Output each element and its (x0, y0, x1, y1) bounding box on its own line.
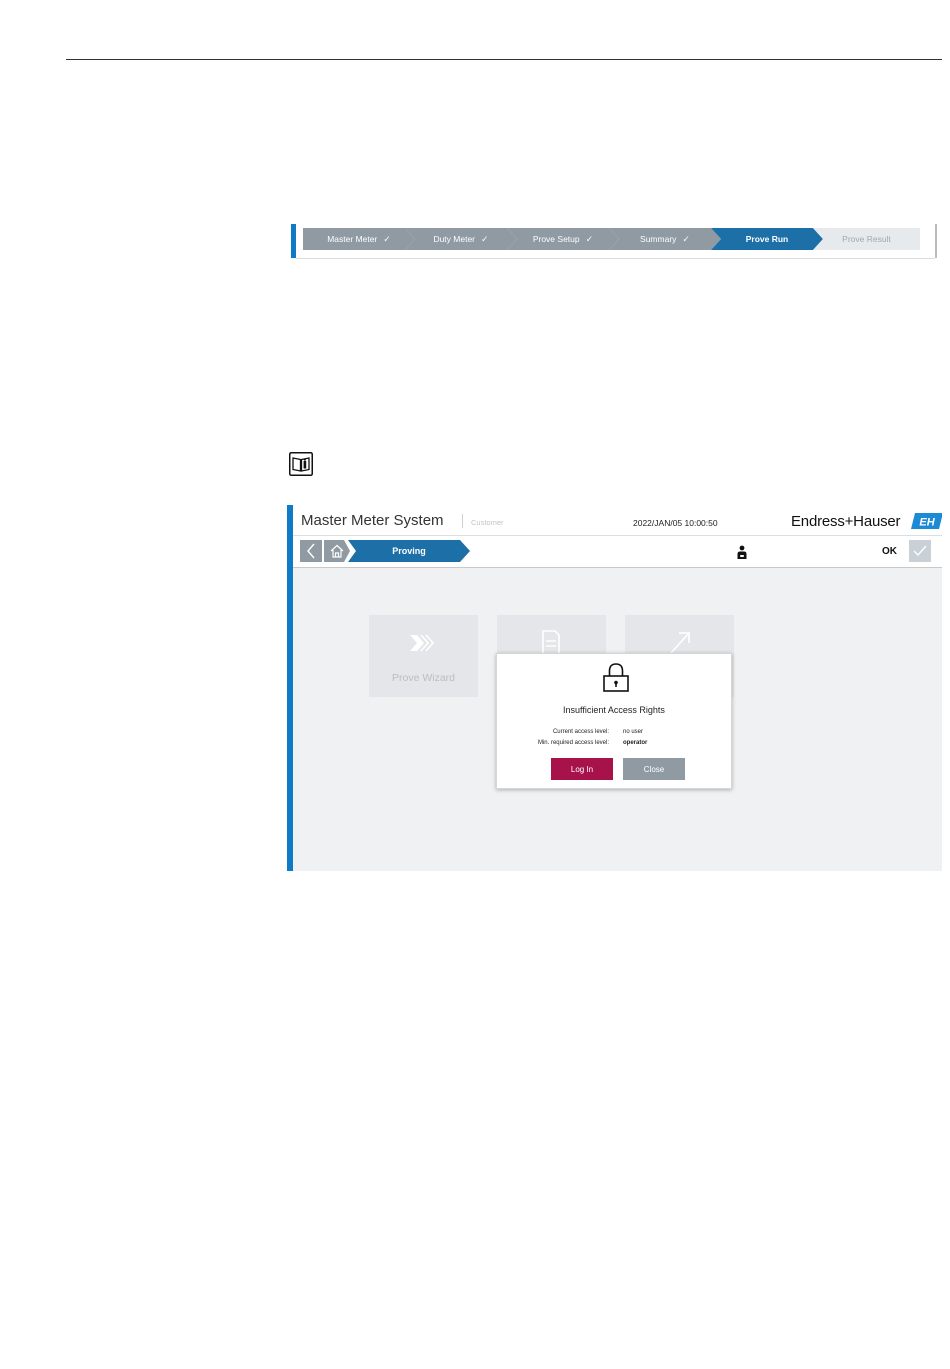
current-access-label: Current access level: (552, 729, 609, 735)
chevron-left-icon (307, 543, 315, 559)
step-prove-result[interactable]: Prove Result (813, 228, 920, 250)
close-button[interactable]: Close (623, 758, 685, 780)
eh-logo-icon: EH (911, 513, 942, 529)
svg-text:EH: EH (919, 517, 935, 529)
chevrons-right-icon (403, 629, 443, 657)
step-master-meter[interactable]: Master Meter ✓ (303, 228, 415, 250)
app-header: Master Meter System Customer 2022/JAN/05… (293, 505, 942, 535)
prove-progress-bar: Master Meter ✓ Duty Meter ✓ Prove Setup … (291, 222, 937, 259)
tile-prove-wizard[interactable]: Prove Wizard (369, 615, 478, 697)
step-prove-setup[interactable]: Prove Setup ✓ (507, 228, 619, 250)
master-meter-screen: Master Meter System Customer 2022/JAN/05… (287, 505, 942, 871)
access-rights-dialog: Insufficient Access Rights Current acces… (496, 653, 732, 789)
check-icon: ✓ (383, 233, 391, 244)
check-icon: ✓ (481, 233, 489, 244)
step-prove-run[interactable]: Prove Run (711, 228, 823, 250)
step-label: Summary (640, 234, 677, 244)
app-title: Master Meter System (301, 512, 444, 529)
progress-bottom-line (296, 258, 935, 259)
ok-label: OK (882, 546, 897, 557)
progress-steps: Master Meter ✓ Duty Meter ✓ Prove Setup … (303, 228, 923, 250)
home-button[interactable] (324, 540, 350, 562)
required-access-label: Min. required access level: (537, 740, 609, 746)
required-access-value: operator (623, 740, 648, 746)
progress-accent-bar (291, 224, 296, 258)
page-top-rule (66, 59, 942, 60)
tile-label: Prove Wizard (391, 672, 455, 684)
check-icon: ✓ (682, 233, 690, 244)
datetime: 2022/JAN/05 10:00:50 (633, 518, 718, 528)
step-summary[interactable]: Summary ✓ (609, 228, 721, 250)
step-duty-meter[interactable]: Duty Meter ✓ (405, 228, 517, 250)
breadcrumb-proving[interactable]: Proving (348, 540, 470, 562)
app-subtitle: Customer (471, 518, 504, 527)
step-label: Prove Result (842, 234, 891, 244)
home-icon (329, 543, 345, 559)
log-in-button[interactable]: Log In (551, 758, 613, 780)
nav-bar: Proving OK (293, 535, 942, 568)
check-icon (913, 545, 927, 557)
current-access-value: no user (623, 729, 644, 735)
progress-end-line (935, 224, 937, 258)
step-label: Master Meter (327, 234, 378, 244)
ok-button[interactable] (909, 540, 931, 562)
step-label: Duty Meter (433, 234, 476, 244)
step-label: Prove Setup (532, 234, 580, 244)
back-button[interactable] (300, 540, 322, 562)
step-label: Prove Run (745, 234, 789, 244)
dialog-title: Insufficient Access Rights (563, 705, 665, 715)
user-icon[interactable] (736, 545, 748, 559)
lock-icon (602, 662, 630, 692)
title-separator (462, 514, 463, 528)
manual-book-icon (289, 452, 313, 476)
brand-name: Endress+Hauser (791, 513, 901, 530)
check-icon: ✓ (585, 233, 594, 244)
